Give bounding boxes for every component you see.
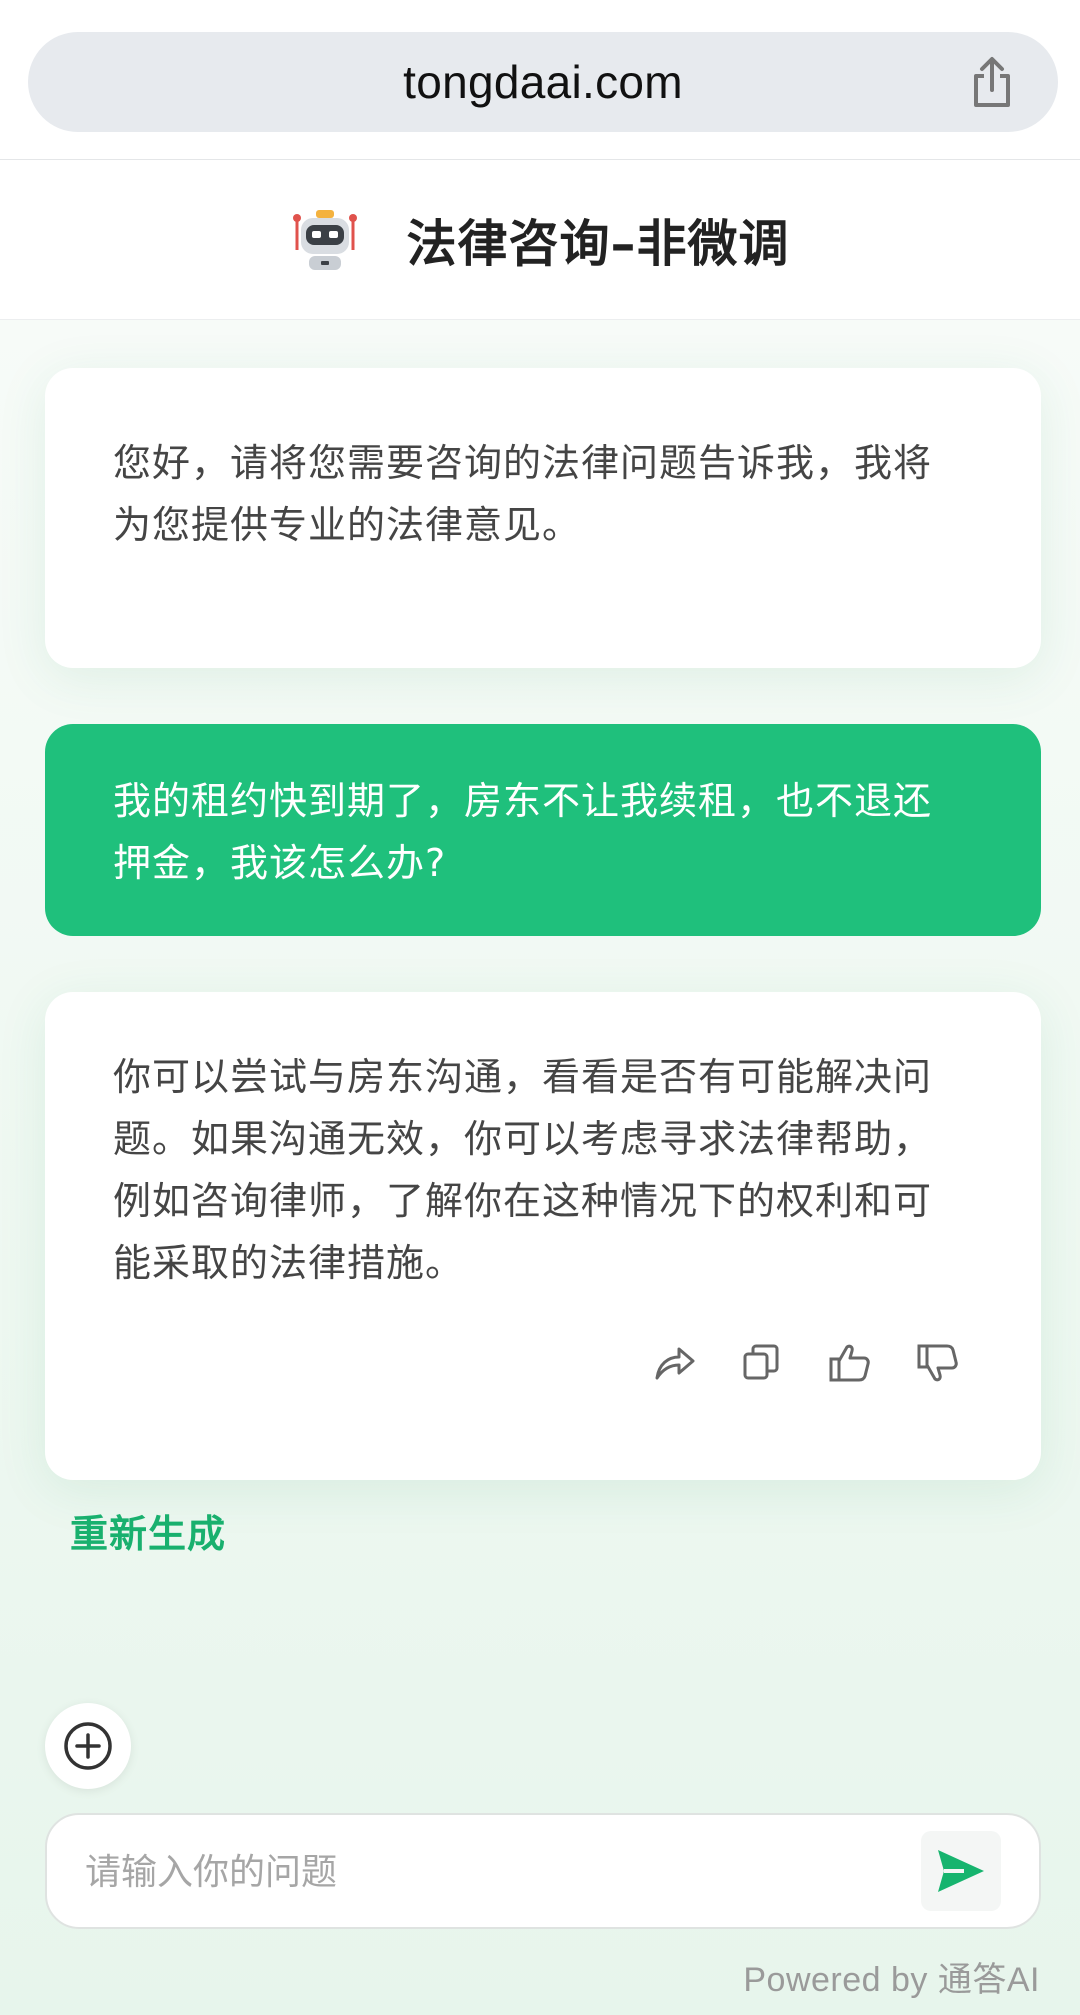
- bot-message-text: 您好，请将您需要咨询的法律问题告诉我，我将为您提供专业的法律意见。: [113, 441, 933, 547]
- browser-bar: tongdaai.com: [0, 0, 1080, 160]
- thumbs-up-icon[interactable]: [827, 1340, 873, 1386]
- thumbs-down-icon[interactable]: [915, 1340, 961, 1386]
- question-input[interactable]: [83, 1815, 907, 1929]
- user-message-text: 我的租约快到期了，房东不让我续租，也不退还押金，我该怎么办?: [113, 779, 933, 885]
- share-icon[interactable]: [651, 1340, 697, 1386]
- copy-icon[interactable]: [739, 1340, 785, 1386]
- user-message: 我的租约快到期了，房东不让我续租，也不退还押金，我该怎么办?: [45, 724, 1041, 936]
- bot-message: 你可以尝试与房东沟通，看看是否有可能解决问题。如果沟通无效，你可以考虑寻求法律帮…: [45, 992, 1041, 1480]
- bot-message: 您好，请将您需要咨询的法律问题告诉我，我将为您提供专业的法律意见。: [45, 368, 1041, 668]
- plus-circle-icon[interactable]: [45, 1703, 131, 1789]
- send-icon[interactable]: [921, 1831, 1001, 1911]
- regenerate-button[interactable]: 重新生成: [70, 1503, 226, 1558]
- message-composer: [45, 1813, 1041, 1929]
- chat-title: 法律咨询–非微调: [406, 214, 790, 273]
- robot-icon: [291, 206, 359, 274]
- bot-message-text: 你可以尝试与房东沟通，看看是否有可能解决问题。如果沟通无效，你可以考虑寻求法律帮…: [113, 1055, 933, 1285]
- powered-by-label: Powered by 通答AI: [743, 1961, 1040, 1999]
- url-text[interactable]: tongdaai.com: [28, 32, 1058, 132]
- chat-header: 法律咨询–非微调: [0, 160, 1080, 320]
- address-bar[interactable]: tongdaai.com: [28, 32, 1058, 132]
- share-icon[interactable]: [964, 54, 1020, 110]
- message-actions: [651, 1340, 961, 1386]
